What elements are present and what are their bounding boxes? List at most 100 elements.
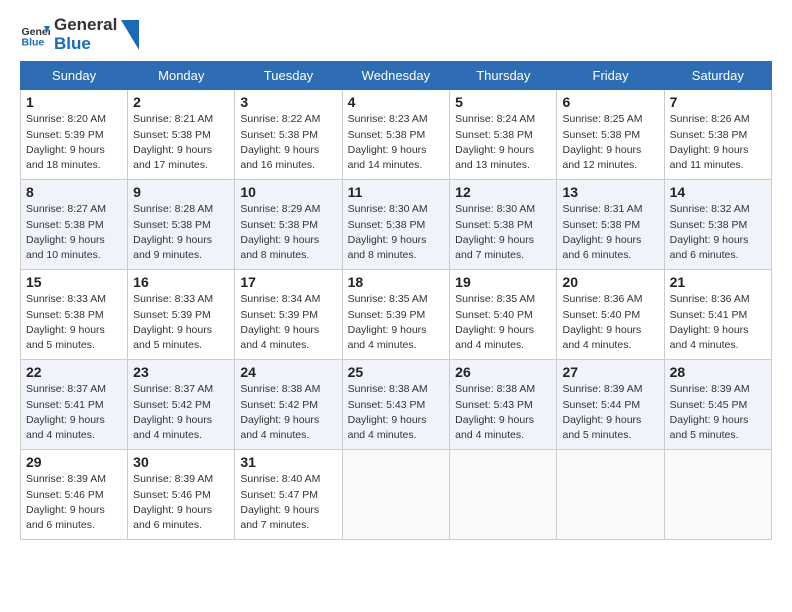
day-number: 30 (133, 454, 229, 470)
calendar-day-cell: 13Sunrise: 8:31 AMSunset: 5:38 PMDayligh… (557, 180, 664, 270)
day-number: 12 (455, 184, 551, 200)
day-number: 27 (562, 364, 658, 380)
calendar-day-cell (342, 450, 450, 540)
day-info: Sunrise: 8:40 AMSunset: 5:47 PMDaylight:… (240, 472, 336, 533)
calendar-week-row: 29 Sunrise: 8:39 AMSunset: 5:46 PMDayligh… (21, 450, 772, 540)
calendar-day-cell: 9 Sunrise: 8:28 AMSunset: 5:38 PMDaylight… (128, 180, 235, 270)
calendar-day-cell: 6 Sunrise: 8:25 AMSunset: 5:38 PMDaylight… (557, 90, 664, 180)
calendar-day-cell: 24 Sunrise: 8:38 AMSunset: 5:42 PMDayligh… (235, 360, 342, 450)
day-number: 29 (26, 454, 122, 470)
day-info: Sunrise: 8:30 AMSunset: 5:38 PMDaylight:… (455, 202, 551, 263)
calendar-day-cell: 8Sunrise: 8:27 AMSunset: 5:38 PMDaylight… (21, 180, 128, 270)
day-info: Sunrise: 8:33 AMSunset: 5:39 PMDaylight:… (133, 292, 229, 353)
day-number: 17 (240, 274, 336, 290)
calendar-day-cell: 29 Sunrise: 8:39 AMSunset: 5:46 PMDayligh… (21, 450, 128, 540)
calendar-header-row: SundayMondayTuesdayWednesdayThursdayFrid… (21, 62, 772, 90)
day-info: Sunrise: 8:30 AMSunset: 5:38 PMDaylight:… (348, 202, 445, 263)
calendar-table: SundayMondayTuesdayWednesdayThursdayFrid… (20, 61, 772, 540)
day-number: 31 (240, 454, 336, 470)
day-info: Sunrise: 8:28 AMSunset: 5:38 PMDaylight:… (133, 202, 229, 263)
calendar-day-cell: 31 Sunrise: 8:40 AMSunset: 5:47 PMDayligh… (235, 450, 342, 540)
day-number: 28 (670, 364, 766, 380)
day-number: 20 (562, 274, 658, 290)
day-number: 8 (26, 184, 122, 200)
calendar-day-cell: 17 Sunrise: 8:34 AMSunset: 5:39 PMDayligh… (235, 270, 342, 360)
day-info: Sunrise: 8:25 AMSunset: 5:38 PMDaylight:… (562, 112, 658, 173)
day-info: Sunrise: 8:23 AMSunset: 5:38 PMDaylight:… (348, 112, 445, 173)
day-info: Sunrise: 8:39 AMSunset: 5:46 PMDaylight:… (26, 472, 122, 533)
day-number: 6 (562, 94, 658, 110)
day-number: 3 (240, 94, 336, 110)
day-info: Sunrise: 8:36 AMSunset: 5:41 PMDaylight:… (670, 292, 766, 353)
day-number: 14 (670, 184, 766, 200)
day-number: 1 (26, 94, 122, 110)
day-info: Sunrise: 8:37 AMSunset: 5:41 PMDaylight:… (26, 382, 122, 443)
day-number: 23 (133, 364, 229, 380)
calendar-day-cell: 5 Sunrise: 8:24 AMSunset: 5:38 PMDaylight… (450, 90, 557, 180)
weekday-header: Monday (128, 62, 235, 90)
day-number: 21 (670, 274, 766, 290)
logo-arrow-icon (121, 20, 139, 50)
calendar-day-cell: 20 Sunrise: 8:36 AMSunset: 5:40 PMDayligh… (557, 270, 664, 360)
day-info: Sunrise: 8:36 AMSunset: 5:40 PMDaylight:… (562, 292, 658, 353)
day-number: 15 (26, 274, 122, 290)
day-info: Sunrise: 8:39 AMSunset: 5:46 PMDaylight:… (133, 472, 229, 533)
calendar-day-cell: 11Sunrise: 8:30 AMSunset: 5:38 PMDayligh… (342, 180, 450, 270)
day-number: 25 (348, 364, 445, 380)
calendar-day-cell: 7Sunrise: 8:26 AMSunset: 5:38 PMDaylight… (664, 90, 771, 180)
calendar-week-row: 8Sunrise: 8:27 AMSunset: 5:38 PMDaylight… (21, 180, 772, 270)
calendar-day-cell: 2 Sunrise: 8:21 AMSunset: 5:38 PMDaylight… (128, 90, 235, 180)
day-info: Sunrise: 8:33 AMSunset: 5:38 PMDaylight:… (26, 292, 122, 353)
day-info: Sunrise: 8:39 AMSunset: 5:44 PMDaylight:… (562, 382, 658, 443)
weekday-header: Tuesday (235, 62, 342, 90)
calendar-week-row: 1 Sunrise: 8:20 AMSunset: 5:39 PMDaylight… (21, 90, 772, 180)
day-number: 13 (562, 184, 658, 200)
day-info: Sunrise: 8:38 AMSunset: 5:42 PMDaylight:… (240, 382, 336, 443)
calendar-day-cell (450, 450, 557, 540)
day-info: Sunrise: 8:39 AMSunset: 5:45 PMDaylight:… (670, 382, 766, 443)
weekday-header: Wednesday (342, 62, 450, 90)
logo-icon: General Blue (20, 20, 50, 50)
calendar-week-row: 22Sunrise: 8:37 AMSunset: 5:41 PMDayligh… (21, 360, 772, 450)
logo-wordmark: General Blue (54, 16, 117, 53)
logo: General Blue General Blue (20, 16, 139, 53)
calendar-day-cell (557, 450, 664, 540)
day-number: 18 (348, 274, 445, 290)
day-number: 7 (670, 94, 766, 110)
calendar-day-cell: 10Sunrise: 8:29 AMSunset: 5:38 PMDayligh… (235, 180, 342, 270)
calendar-day-cell: 23 Sunrise: 8:37 AMSunset: 5:42 PMDayligh… (128, 360, 235, 450)
calendar-day-cell: 1 Sunrise: 8:20 AMSunset: 5:39 PMDaylight… (21, 90, 128, 180)
calendar-day-cell: 18 Sunrise: 8:35 AMSunset: 5:39 PMDayligh… (342, 270, 450, 360)
svg-text:Blue: Blue (22, 36, 45, 48)
day-info: Sunrise: 8:34 AMSunset: 5:39 PMDaylight:… (240, 292, 336, 353)
day-number: 19 (455, 274, 551, 290)
day-number: 2 (133, 94, 229, 110)
calendar-day-cell: 25Sunrise: 8:38 AMSunset: 5:43 PMDayligh… (342, 360, 450, 450)
day-number: 26 (455, 364, 551, 380)
day-number: 16 (133, 274, 229, 290)
day-info: Sunrise: 8:35 AMSunset: 5:39 PMDaylight:… (348, 292, 445, 353)
day-number: 24 (240, 364, 336, 380)
day-number: 5 (455, 94, 551, 110)
day-info: Sunrise: 8:20 AMSunset: 5:39 PMDaylight:… (26, 112, 122, 173)
weekday-header: Sunday (21, 62, 128, 90)
page-header: General Blue General Blue (20, 16, 772, 53)
calendar-day-cell: 4 Sunrise: 8:23 AMSunset: 5:38 PMDaylight… (342, 90, 450, 180)
day-info: Sunrise: 8:35 AMSunset: 5:40 PMDaylight:… (455, 292, 551, 353)
calendar-week-row: 15 Sunrise: 8:33 AMSunset: 5:38 PMDayligh… (21, 270, 772, 360)
day-info: Sunrise: 8:21 AMSunset: 5:38 PMDaylight:… (133, 112, 229, 173)
day-info: Sunrise: 8:24 AMSunset: 5:38 PMDaylight:… (455, 112, 551, 173)
day-number: 10 (240, 184, 336, 200)
calendar-day-cell: 15 Sunrise: 8:33 AMSunset: 5:38 PMDayligh… (21, 270, 128, 360)
day-info: Sunrise: 8:32 AMSunset: 5:38 PMDaylight:… (670, 202, 766, 263)
weekday-header: Friday (557, 62, 664, 90)
calendar-day-cell: 30 Sunrise: 8:39 AMSunset: 5:46 PMDayligh… (128, 450, 235, 540)
calendar-day-cell: 14 Sunrise: 8:32 AMSunset: 5:38 PMDayligh… (664, 180, 771, 270)
calendar-day-cell: 27 Sunrise: 8:39 AMSunset: 5:44 PMDayligh… (557, 360, 664, 450)
calendar-day-cell: 12 Sunrise: 8:30 AMSunset: 5:38 PMDayligh… (450, 180, 557, 270)
day-info: Sunrise: 8:37 AMSunset: 5:42 PMDaylight:… (133, 382, 229, 443)
day-number: 9 (133, 184, 229, 200)
day-info: Sunrise: 8:38 AMSunset: 5:43 PMDaylight:… (455, 382, 551, 443)
day-number: 4 (348, 94, 445, 110)
calendar-day-cell: 19 Sunrise: 8:35 AMSunset: 5:40 PMDayligh… (450, 270, 557, 360)
